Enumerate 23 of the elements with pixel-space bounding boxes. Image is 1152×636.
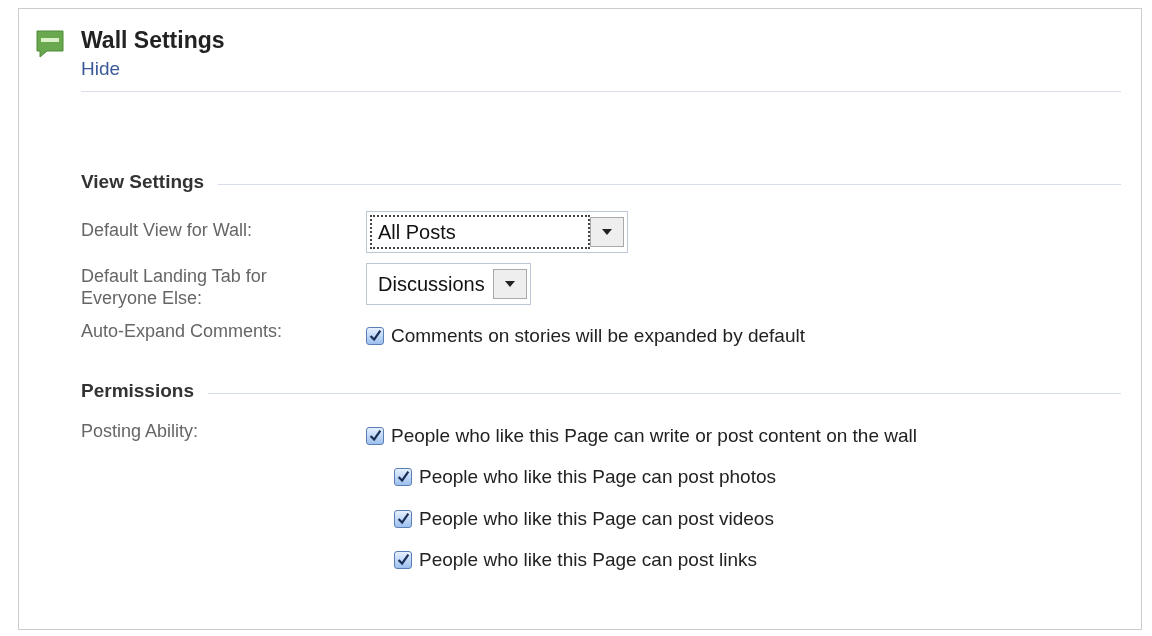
checkbox[interactable] bbox=[394, 551, 412, 570]
dropdown[interactable]: All Posts bbox=[366, 210, 628, 253]
field-label: Default View for Wall: bbox=[81, 218, 254, 242]
checkbox[interactable] bbox=[366, 426, 384, 445]
checkbox-label: People who like this Page can post photos bbox=[419, 465, 776, 490]
checkbox[interactable] bbox=[366, 326, 384, 345]
checkbox-label: People who like this Page can write or post content on the wall bbox=[391, 423, 917, 448]
section-heading: View Settings bbox=[81, 170, 205, 195]
field-label: Default Landing Tab for Everyone Else: bbox=[81, 264, 268, 310]
section-heading: Permissions bbox=[81, 379, 194, 404]
checkbox-label: Comments on stories will be expanded by default bbox=[391, 323, 805, 348]
caret-icon bbox=[602, 228, 612, 235]
speech-bubble-icon bbox=[35, 29, 65, 59]
dropdown[interactable]: Discussions bbox=[366, 262, 531, 305]
checkbox-label: People who like this Page can post videos bbox=[419, 506, 774, 531]
panel-title: Wall Settings bbox=[81, 27, 225, 55]
caret-icon bbox=[504, 280, 515, 287]
checkbox-label: People who like this Page can post links bbox=[419, 548, 757, 573]
field-label: Auto-Expand Comments: bbox=[81, 319, 284, 343]
checkbox[interactable] bbox=[394, 509, 412, 528]
field-label: Posting Ability: bbox=[81, 419, 200, 443]
hide-link[interactable]: Hide bbox=[81, 57, 121, 79]
checkbox[interactable] bbox=[394, 468, 412, 487]
